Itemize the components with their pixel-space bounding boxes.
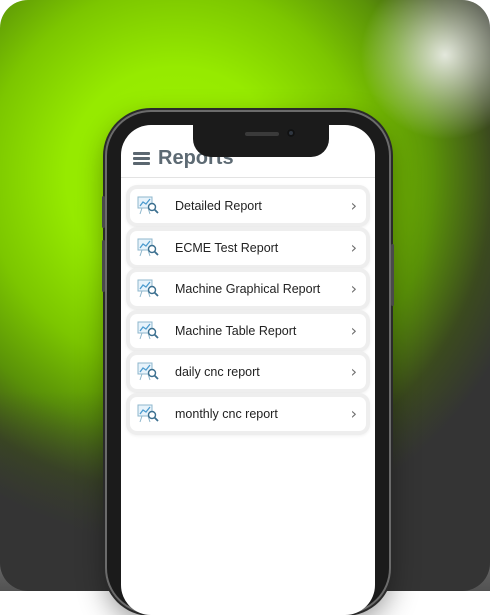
report-chart-icon <box>137 320 159 342</box>
report-item-label: Machine Graphical Report <box>175 282 320 296</box>
chevron-right-icon: › <box>351 321 357 340</box>
report-item-detailed[interactable]: Detailed Report › <box>130 189 366 223</box>
report-item-ecme-test[interactable]: ECME Test Report › <box>130 231 366 265</box>
report-list: Detailed Report › ECME Test Report › <box>130 177 366 438</box>
report-item-machine-table[interactable]: Machine Table Report › <box>130 314 366 348</box>
report-item-label: Detailed Report <box>175 199 262 213</box>
phone-side-button <box>102 240 105 292</box>
speaker-grille <box>245 132 279 136</box>
phone-screen: Reports Detailed Report › <box>121 125 375 615</box>
chevron-right-icon: › <box>351 362 357 381</box>
hamburger-menu-icon[interactable] <box>133 152 150 165</box>
phone-frame: Reports Detailed Report › <box>107 112 389 612</box>
report-chart-icon <box>137 278 159 300</box>
front-camera <box>287 129 295 137</box>
chevron-right-icon: › <box>351 279 357 298</box>
chevron-right-icon: › <box>351 404 357 423</box>
report-item-monthly-cnc[interactable]: monthly cnc report › <box>130 397 366 431</box>
phone-side-button <box>391 244 394 306</box>
report-chart-icon <box>137 361 159 383</box>
report-chart-icon <box>137 403 159 425</box>
chevron-right-icon: › <box>351 196 357 215</box>
report-item-daily-cnc[interactable]: daily cnc report › <box>130 355 366 389</box>
report-chart-icon <box>137 195 159 217</box>
report-item-label: Machine Table Report <box>175 324 296 338</box>
report-item-label: ECME Test Report <box>175 241 278 255</box>
chevron-right-icon: › <box>351 238 357 257</box>
phone-notch <box>193 125 329 157</box>
report-item-machine-graphical[interactable]: Machine Graphical Report › <box>130 272 366 306</box>
report-item-label: daily cnc report <box>175 365 260 379</box>
report-item-label: monthly cnc report <box>175 407 278 421</box>
report-chart-icon <box>137 237 159 259</box>
phone-side-button <box>102 196 105 228</box>
